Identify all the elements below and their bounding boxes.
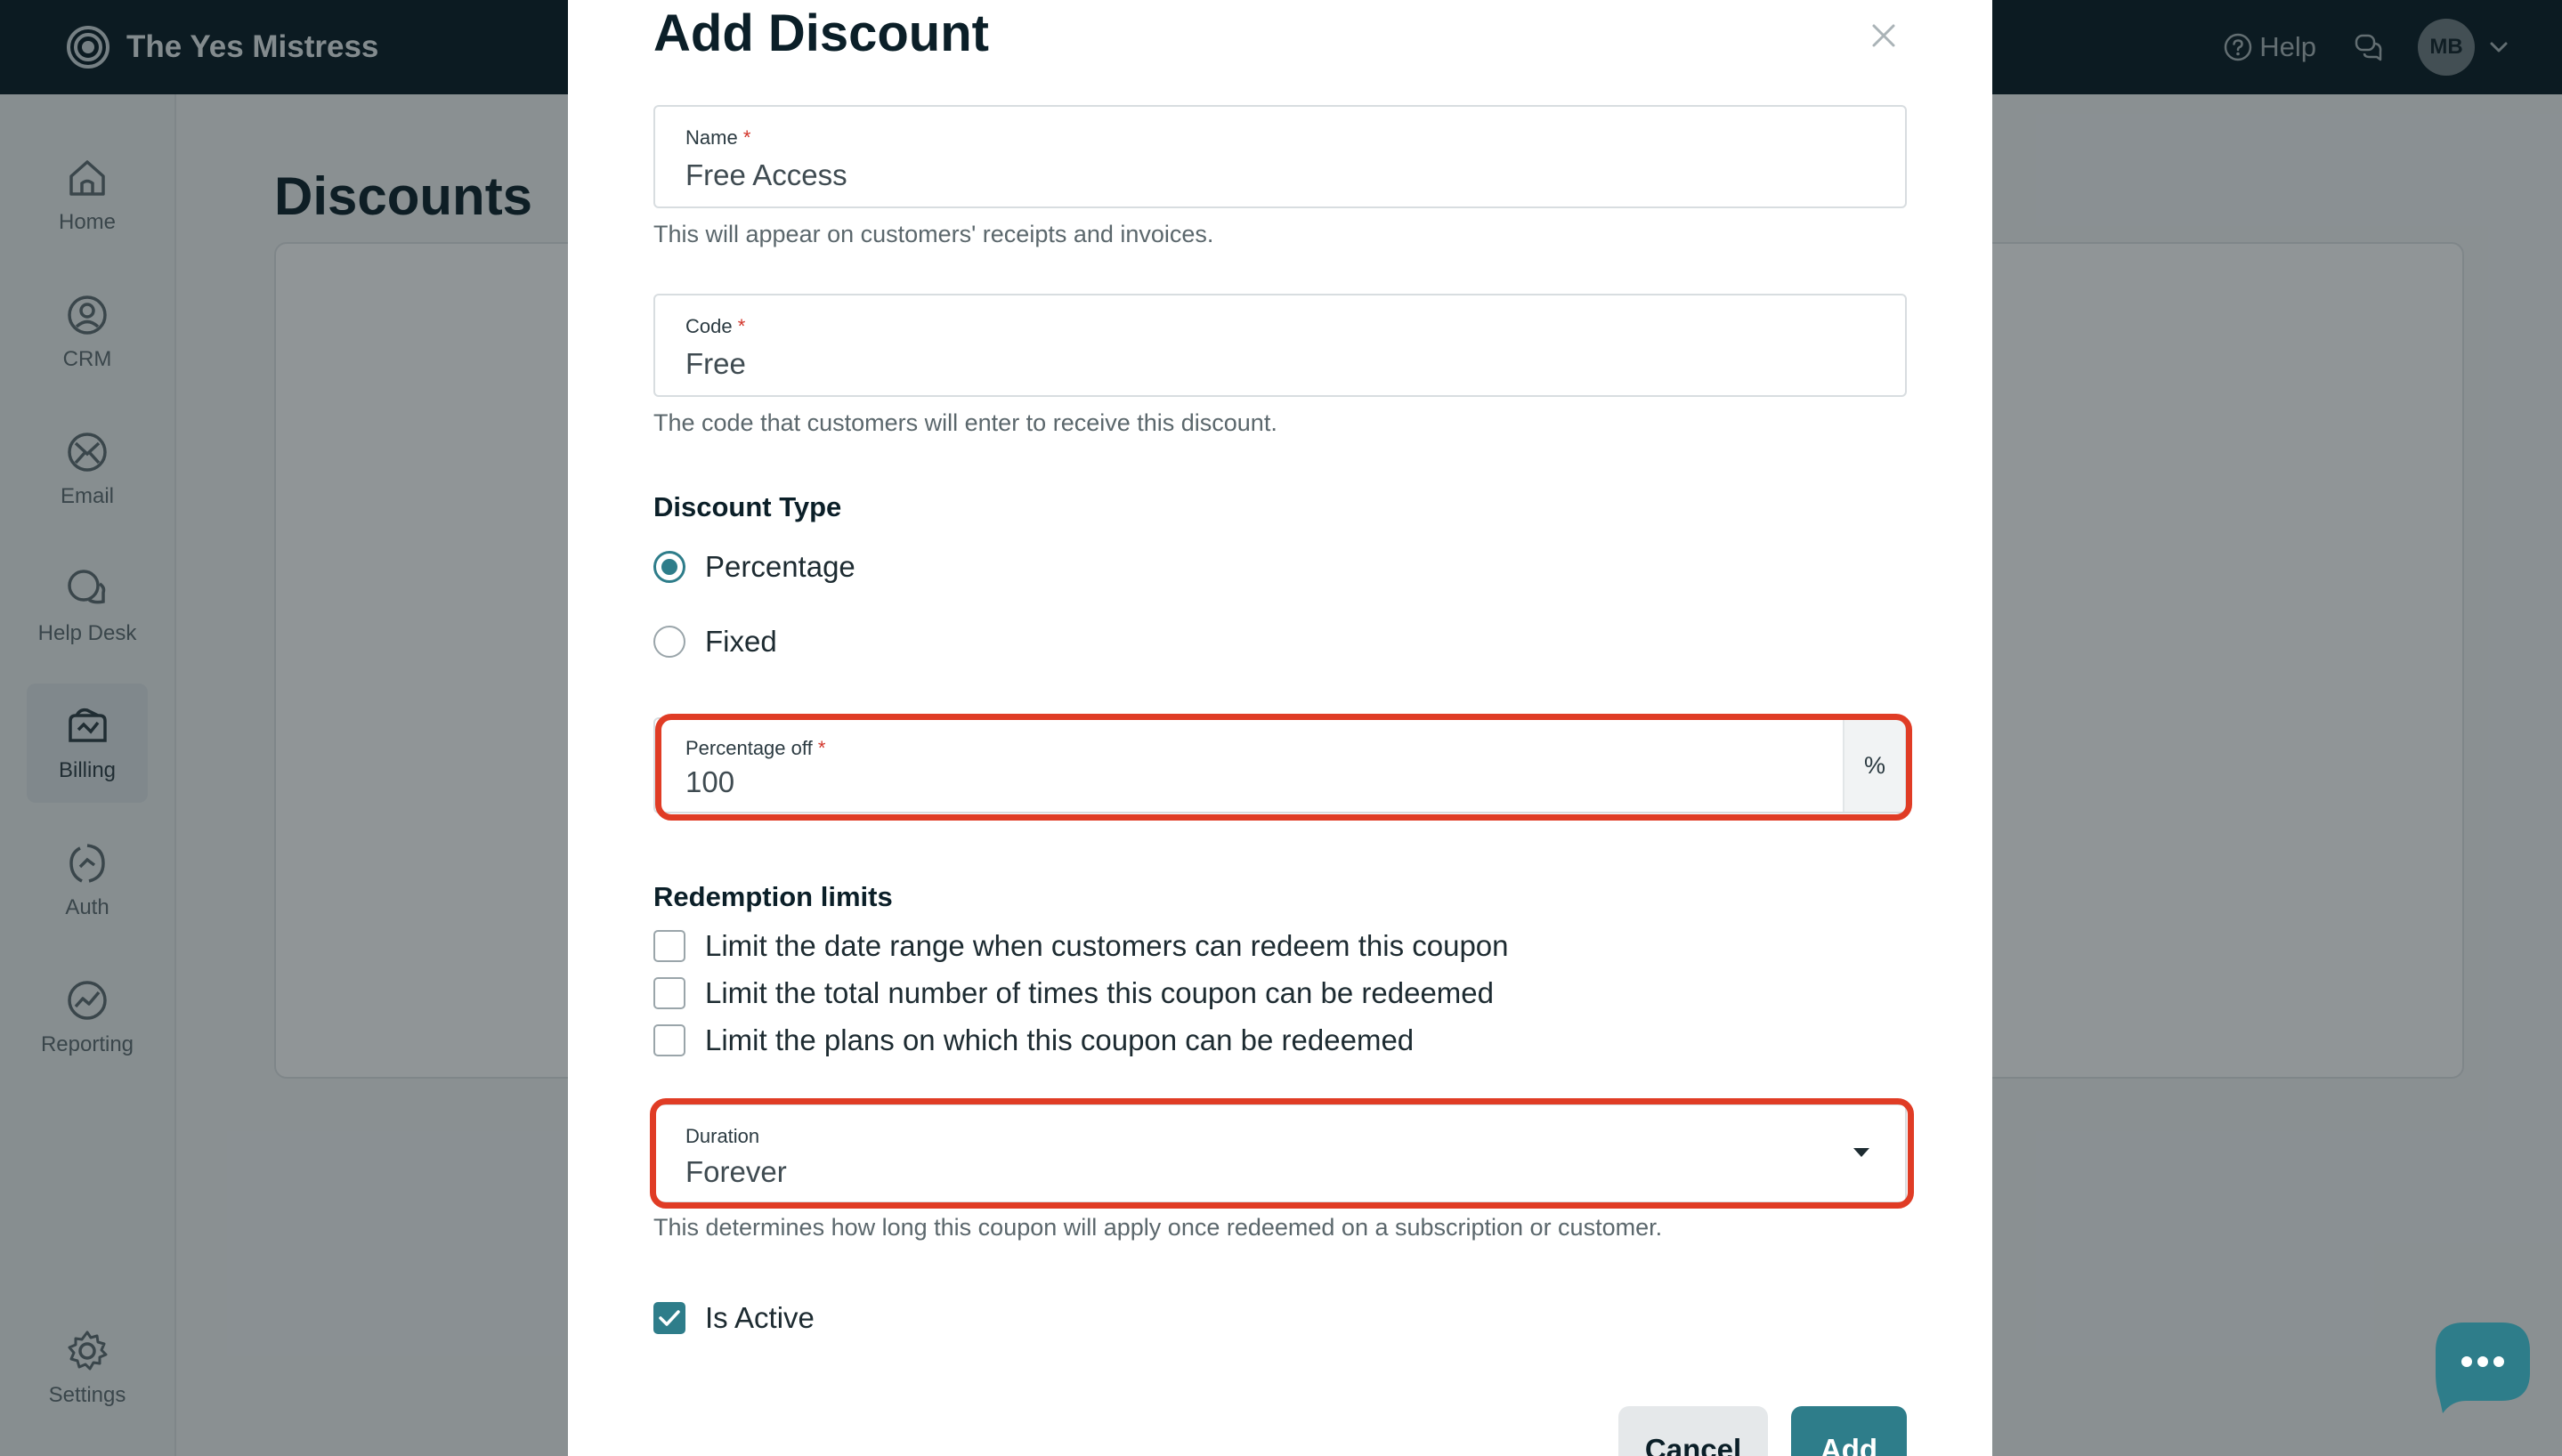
discount-type-title: Discount Type xyxy=(653,491,842,522)
checkbox-label: Limit the date range when customers can … xyxy=(705,929,1509,962)
code-input[interactable]: Free xyxy=(685,347,746,381)
add-discount-dialog: Add Discount Name * Free Access This wil… xyxy=(568,0,1992,1456)
name-label: Name * xyxy=(685,126,751,149)
code-help-text: The code that customers will enter to re… xyxy=(653,409,1277,436)
duration-help-text: This determines how long this coupon wil… xyxy=(653,1214,1663,1241)
close-button[interactable] xyxy=(1868,20,1900,52)
percentage-off-input[interactable]: 100 xyxy=(685,765,734,799)
name-input[interactable]: Free Access xyxy=(685,158,847,192)
radio-button-checked[interactable] xyxy=(653,551,685,583)
is-active-checkbox[interactable]: Is Active xyxy=(653,1301,815,1335)
cancel-button[interactable]: Cancel xyxy=(1618,1406,1768,1456)
checkmark-icon xyxy=(659,1310,680,1326)
checkbox-label: Limit the total number of times this cou… xyxy=(705,976,1494,1009)
duration-select[interactable]: Duration Forever xyxy=(653,1104,1907,1203)
checkbox[interactable] xyxy=(653,930,685,962)
duration-value: Forever xyxy=(685,1155,787,1188)
radio-button[interactable] xyxy=(653,626,685,658)
radio-label: Percentage xyxy=(705,550,855,583)
checkbox-label: Limit the plans on which this coupon can… xyxy=(705,1023,1415,1056)
checkbox[interactable] xyxy=(653,977,685,1009)
chat-widget-button[interactable] xyxy=(2427,1317,2534,1424)
caret-down-icon xyxy=(1853,1148,1869,1157)
duration-label: Duration xyxy=(685,1125,760,1147)
add-button[interactable]: Add xyxy=(1791,1406,1907,1456)
percent-suffix: % xyxy=(1843,719,1905,812)
radio-label: Fixed xyxy=(705,625,777,658)
radio-fixed[interactable]: Fixed xyxy=(653,625,777,659)
redemption-limits-title: Redemption limits xyxy=(653,881,893,912)
name-field[interactable]: Name * Free Access xyxy=(653,105,1907,208)
code-field[interactable]: Code * Free xyxy=(653,294,1907,397)
dot-icon xyxy=(2477,1356,2488,1367)
checkbox-checked[interactable] xyxy=(653,1302,685,1334)
close-icon xyxy=(1872,24,1895,47)
limit-plans-checkbox[interactable]: Limit the plans on which this coupon can… xyxy=(653,1023,1414,1057)
checkbox[interactable] xyxy=(653,1024,685,1056)
dot-icon xyxy=(2493,1356,2504,1367)
checkbox-label: Is Active xyxy=(705,1301,815,1334)
limit-date-range-checkbox[interactable]: Limit the date range when customers can … xyxy=(653,929,1509,963)
dialog-title: Add Discount xyxy=(653,4,989,62)
percentage-off-label: Percentage off * xyxy=(685,737,826,759)
percentage-off-field[interactable]: Percentage off * 100 % xyxy=(653,717,1907,813)
name-help-text: This will appear on customers' receipts … xyxy=(653,221,1214,247)
radio-percentage[interactable]: Percentage xyxy=(653,550,855,584)
dot-icon xyxy=(2461,1356,2472,1367)
limit-times-checkbox[interactable]: Limit the total number of times this cou… xyxy=(653,976,1494,1010)
code-label: Code * xyxy=(685,315,746,337)
